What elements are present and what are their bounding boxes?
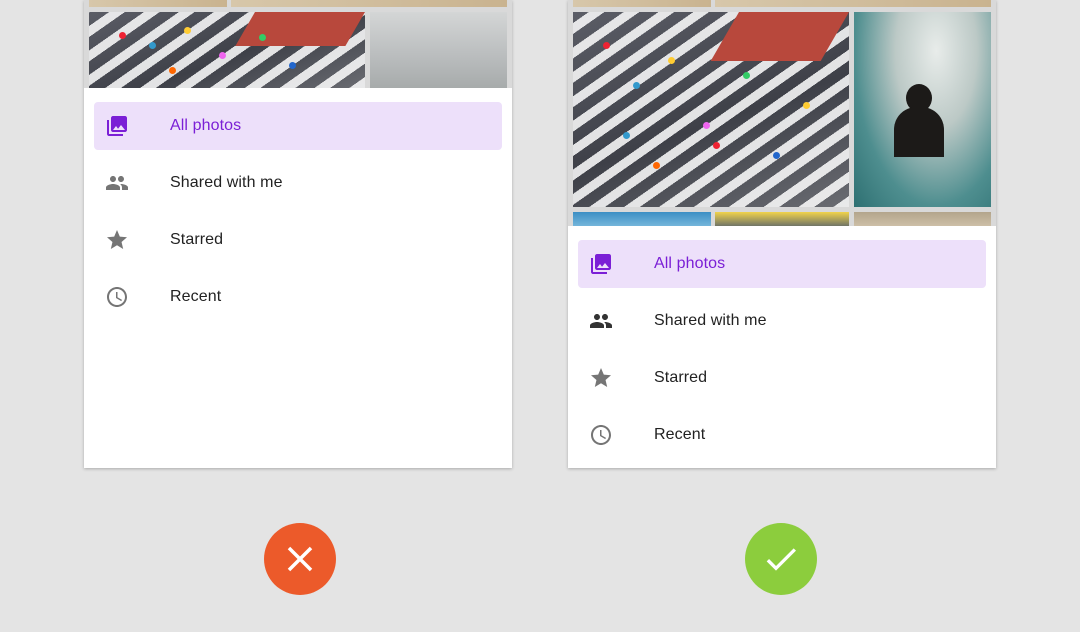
check-icon	[766, 548, 796, 571]
example-do-phone: All photos Shared with me Starred Recent	[568, 0, 996, 468]
menu-item-label: Shared with me	[170, 174, 283, 191]
navigation-menu: All photos Shared with me Starred Recent	[568, 226, 996, 468]
menu-item-shared-with-me[interactable]: Shared with me	[578, 297, 986, 345]
menu-item-label: Recent	[654, 426, 706, 443]
photo-library-icon	[107, 116, 127, 136]
navigation-menu: All photos Shared with me Starred Recent	[84, 88, 512, 468]
menu-item-starred[interactable]: Starred	[578, 354, 986, 402]
clock-icon	[107, 287, 127, 307]
photo-thumbnail[interactable]	[715, 0, 991, 7]
menu-item-all-photos[interactable]: All photos	[94, 102, 502, 150]
menu-item-recent[interactable]: Recent	[578, 411, 986, 459]
do-indicator	[745, 523, 817, 595]
example-dont-phone: All photos Shared with me Starred Recent	[84, 0, 512, 468]
photo-thumbnail[interactable]	[89, 0, 227, 7]
menu-item-label: Starred	[654, 369, 708, 386]
star-icon	[591, 368, 611, 387]
menu-item-recent[interactable]: Recent	[94, 273, 502, 321]
photo-grid	[84, 0, 512, 88]
photo-thumbnail[interactable]	[370, 12, 507, 88]
photo-thumbnail[interactable]	[573, 12, 849, 207]
menu-item-label: Recent	[170, 288, 222, 305]
menu-item-label: Shared with me	[654, 312, 767, 329]
dont-indicator	[264, 523, 336, 595]
menu-item-all-photos[interactable]: All photos	[578, 240, 986, 288]
menu-item-label: Starred	[170, 231, 224, 248]
photo-thumbnail[interactable]	[89, 12, 365, 88]
clock-icon	[591, 425, 611, 445]
people-icon	[106, 176, 128, 190]
close-icon	[287, 546, 313, 572]
photo-thumbnail[interactable]	[573, 0, 711, 7]
star-icon	[107, 230, 127, 249]
photo-thumbnail[interactable]	[854, 12, 991, 207]
photo-grid	[568, 0, 996, 232]
people-icon	[590, 314, 612, 328]
menu-item-starred[interactable]: Starred	[94, 216, 502, 264]
photo-library-icon	[591, 254, 611, 274]
photo-thumbnail[interactable]	[231, 0, 507, 7]
menu-item-shared-with-me[interactable]: Shared with me	[94, 159, 502, 207]
menu-item-label: All photos	[170, 117, 242, 134]
menu-item-label: All photos	[654, 255, 726, 272]
